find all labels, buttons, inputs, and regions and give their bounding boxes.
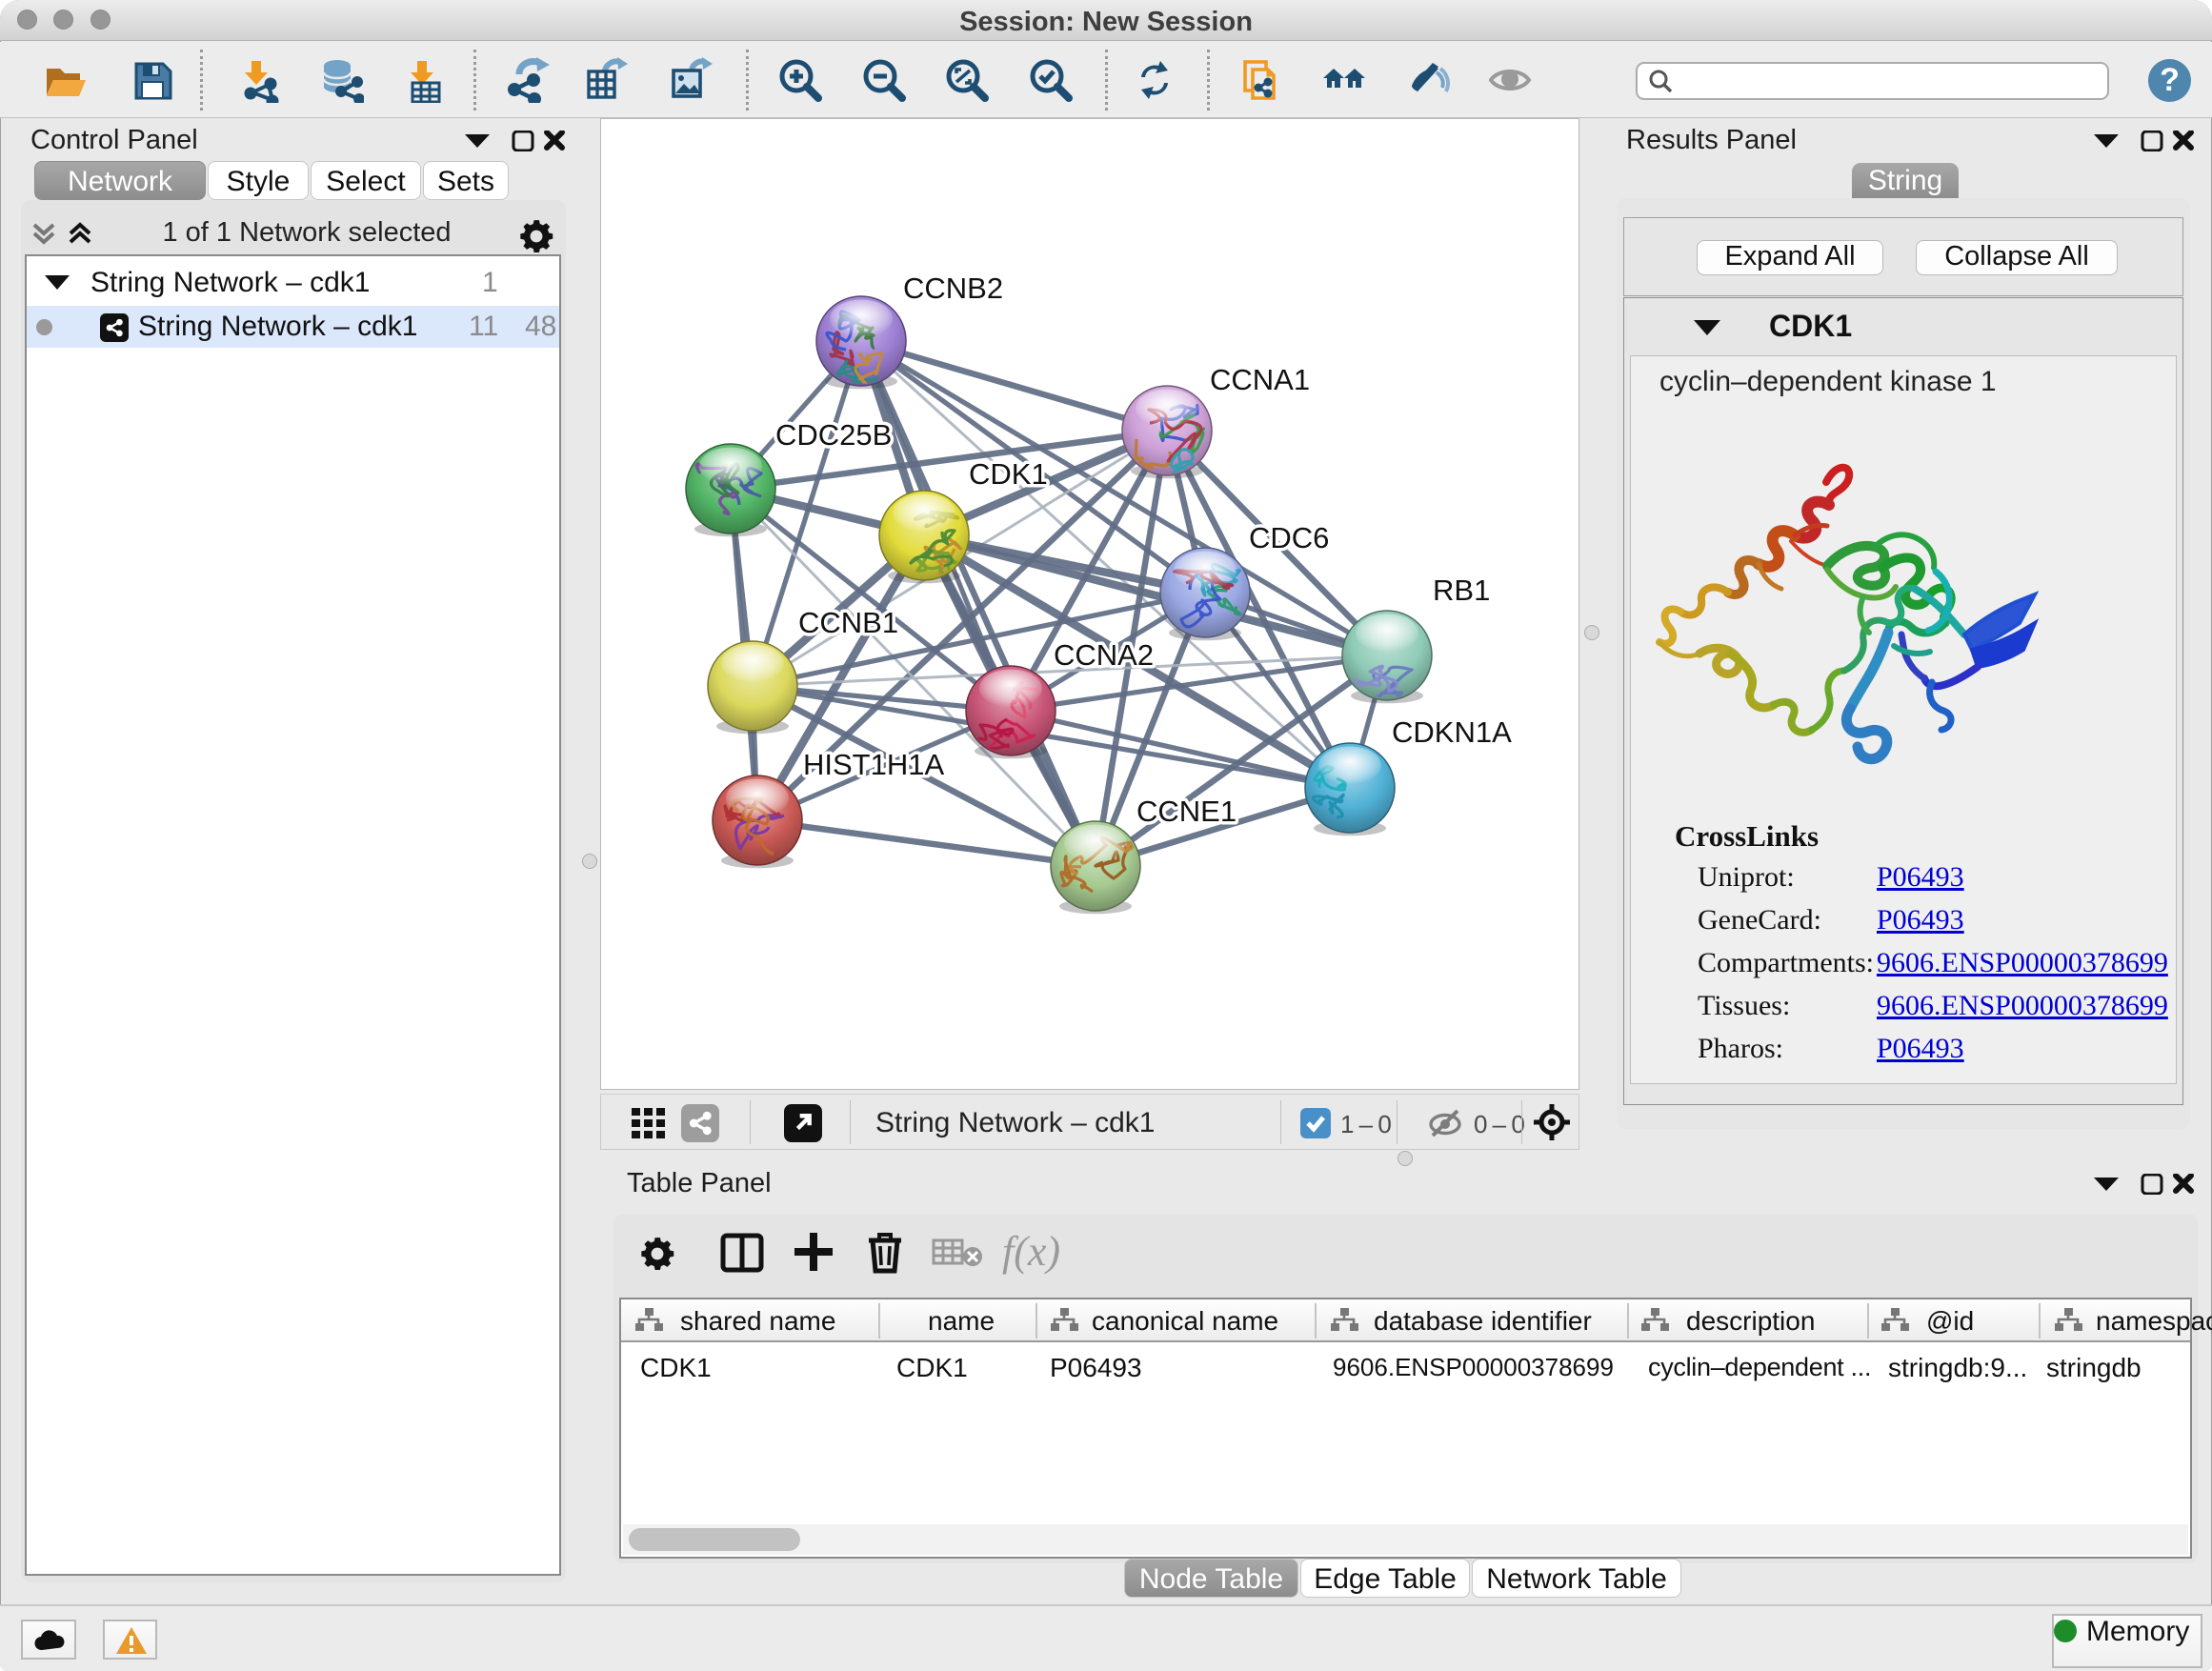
svg-text:HIST1H1A: HIST1H1A <box>803 748 944 781</box>
svg-text:CCNE1: CCNE1 <box>1136 795 1237 828</box>
svg-text:CDK1: CDK1 <box>969 457 1048 491</box>
svg-text:RB1: RB1 <box>1433 574 1490 607</box>
svg-text:CCNB2: CCNB2 <box>903 272 1003 305</box>
svg-text:CCNA2: CCNA2 <box>1054 638 1154 672</box>
svg-text:CCNB1: CCNB1 <box>798 606 898 639</box>
svg-text:CDC25B: CDC25B <box>775 418 892 452</box>
svg-text:CDC6: CDC6 <box>1249 521 1329 554</box>
svg-text:CCNA1: CCNA1 <box>1210 363 1310 396</box>
svg-text:CDKN1A: CDKN1A <box>1392 715 1512 749</box>
